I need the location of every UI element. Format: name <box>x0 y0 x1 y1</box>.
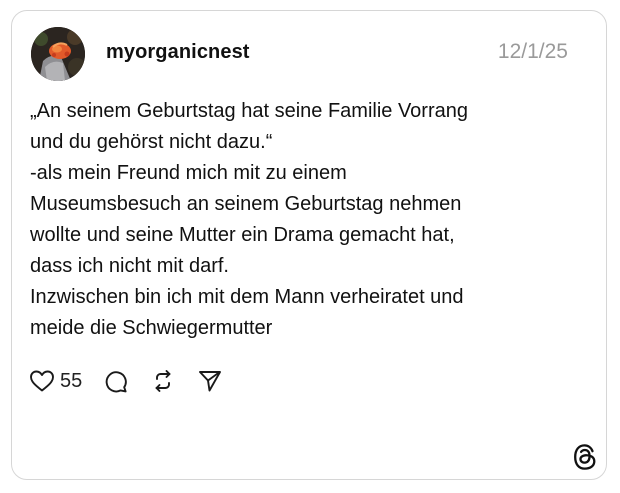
heart-icon <box>30 370 54 392</box>
post-body-line: Museumsbesuch an seinem Geburtstag nehme… <box>30 193 462 215</box>
comment-button[interactable] <box>103 368 129 394</box>
post-body-line: Inzwischen bin ich mit dem Mann verheira… <box>30 286 464 308</box>
threads-logo-icon[interactable] <box>572 443 598 471</box>
threads-logo-svg <box>574 444 596 470</box>
comment-bubble-icon <box>105 371 128 393</box>
post-date: 12/1/25 <box>497 40 568 63</box>
share-button[interactable] <box>197 368 223 394</box>
username[interactable]: myorganicnest <box>106 40 250 64</box>
send-icon <box>199 371 222 392</box>
action-bar: 55 <box>29 366 223 396</box>
avatar[interactable] <box>31 27 85 81</box>
post-body-line: meide die Schwiegermutter <box>30 317 273 339</box>
like-count: 55 <box>60 370 83 392</box>
like-button[interactable]: 55 <box>29 369 82 393</box>
post-body-line: und du gehörst nicht dazu.“ <box>30 131 273 153</box>
post-body-line: dass ich nicht mit darf. <box>30 255 229 277</box>
post-body-line: wollte und seine Mutter ein Drama gemach… <box>30 224 455 246</box>
post-body: „An seinem Geburtstag hat seine Familie … <box>30 96 570 344</box>
avatar-photo <box>31 27 85 81</box>
post-body-line: „An seinem Geburtstag hat seine Familie … <box>30 100 468 122</box>
repost-icon <box>155 370 171 392</box>
repost-button[interactable] <box>150 368 176 394</box>
post-body-line: -als mein Freund mich mit zu einem <box>30 162 347 184</box>
